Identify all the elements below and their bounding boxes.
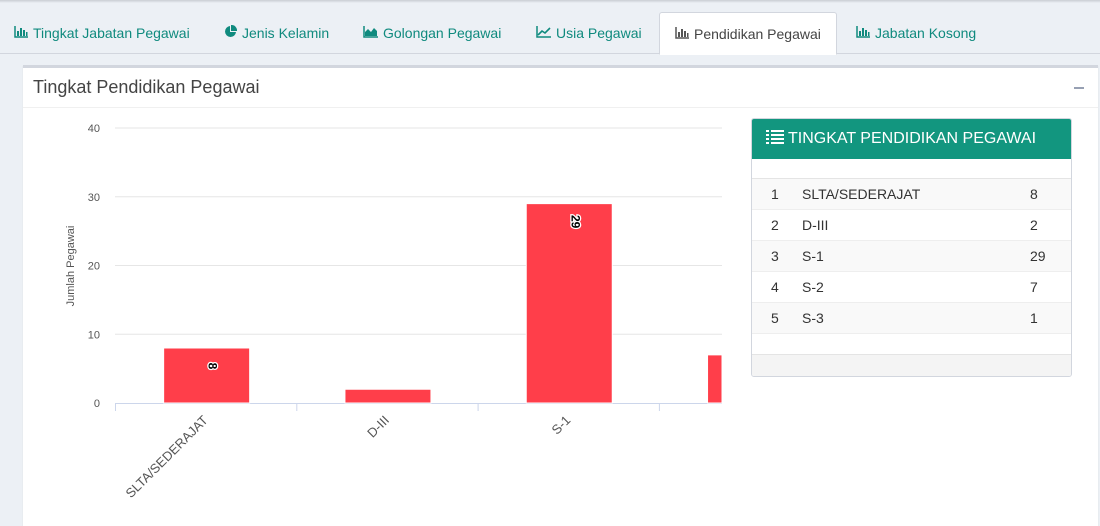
bar <box>525 203 613 404</box>
data-label: 29 <box>568 215 582 229</box>
row-number: 3 <box>771 248 779 264</box>
row-number: 1 <box>771 186 779 202</box>
row-count: 7 <box>1030 279 1038 295</box>
row-number: 2 <box>771 217 779 233</box>
list-icon <box>766 129 784 150</box>
y-tick-label: 40 <box>88 123 100 135</box>
table-row: 1 SLTA/SEDERAJAT 8 <box>752 179 1071 210</box>
tab-jabatan-kosong[interactable]: Jabatan Kosong <box>856 12 976 54</box>
row-count: 29 <box>1030 248 1046 264</box>
summary-table-title: TINGKAT PENDIDIKAN PEGAWAI <box>788 130 1037 147</box>
y-tick-label: 0 <box>94 398 100 410</box>
row-number: 4 <box>771 279 779 295</box>
collapse-button[interactable] <box>1072 78 1086 94</box>
summary-table-footer <box>752 354 1071 376</box>
row-name: S-2 <box>802 279 824 295</box>
table-row: 3 S-1 29 <box>752 241 1071 272</box>
x-tick-label: SLTA/SEDERAJAT <box>123 412 211 500</box>
y-tick-label: 20 <box>88 261 100 273</box>
y-tick-label: 30 <box>88 192 100 204</box>
row-name: S-3 <box>802 310 824 326</box>
row-name: S-1 <box>802 248 824 264</box>
y-tick-label: 10 <box>88 329 100 341</box>
x-tick-label: D-III <box>364 413 392 441</box>
row-count: 8 <box>1030 186 1038 202</box>
summary-table-box: TINGKAT PENDIDIKAN PEGAWAI 1 SLTA/SEDERAJ… <box>751 118 1072 377</box>
tab-label: Jabatan Kosong <box>875 25 977 41</box>
x-tick-label: S-1 <box>548 413 573 438</box>
bar-chart: 0 10 20 30 40 Jumlah Pegawai 8 SLTA/SEDERAJAT D-… <box>65 123 722 501</box>
bar <box>707 354 722 404</box>
row-name: SLTA/SEDERAJAT <box>802 186 921 202</box>
data-label: 8 <box>206 363 220 370</box>
table-row: 4 S-2 7 <box>752 272 1071 303</box>
table-row: 2 D-III 2 <box>752 210 1071 241</box>
row-count: 2 <box>1030 217 1038 233</box>
row-name: D-III <box>802 217 829 233</box>
table-row: 5 S-3 1 <box>752 303 1071 334</box>
summary-table-body: 1 SLTA/SEDERAJAT 8 2 D-III 2 3 S-1 29 4 S-2 7 5 S-3 1 <box>752 179 1071 334</box>
bar <box>344 388 432 404</box>
summary-table-header: TINGKAT PENDIDIKAN PEGAWAI <box>752 119 1071 159</box>
row-count: 1 <box>1030 310 1038 326</box>
y-axis-label: Jumlah Pegawai <box>65 226 77 307</box>
row-number: 5 <box>771 310 779 326</box>
bar-chart-icon <box>856 25 870 41</box>
bar <box>163 347 251 404</box>
